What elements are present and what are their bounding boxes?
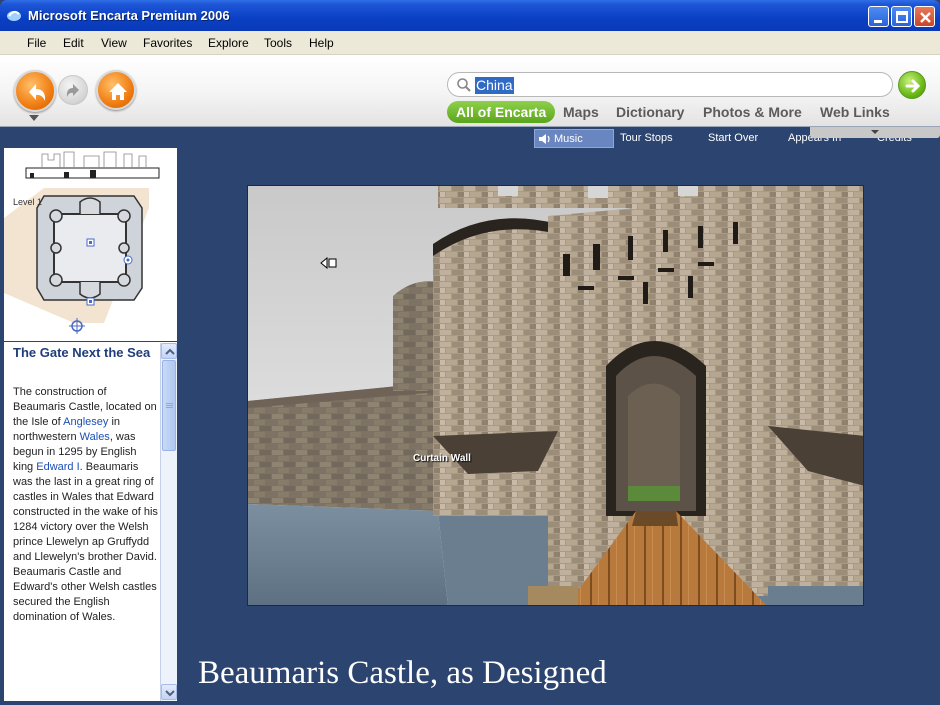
home-button[interactable] xyxy=(96,70,136,110)
search-input[interactable]: China xyxy=(475,77,514,94)
minimize-icon xyxy=(874,20,882,23)
title-bar: Microsoft Encarta Premium 2006 xyxy=(0,0,940,31)
content-area: Music Tour Stops Start Over Appears In C… xyxy=(4,127,940,701)
search-icon xyxy=(457,78,471,92)
menu-view[interactable]: View xyxy=(101,36,127,50)
close-button[interactable] xyxy=(914,6,935,27)
hotspot-curtain-wall[interactable]: Curtain Wall xyxy=(413,453,471,464)
maximize-button[interactable] xyxy=(891,6,912,27)
scroll-up-button[interactable] xyxy=(161,343,177,359)
castle-gatehouse-render xyxy=(248,186,863,605)
back-arrow-icon xyxy=(29,84,46,101)
toolbar-handle[interactable] xyxy=(810,127,940,138)
close-icon xyxy=(920,12,931,23)
level-label: Level 1 xyxy=(13,197,43,207)
minimize-button[interactable] xyxy=(868,6,889,27)
start-over-button[interactable]: Start Over xyxy=(708,132,758,144)
article-scrollbar[interactable] xyxy=(160,343,177,701)
tour-stops-button[interactable]: Tour Stops xyxy=(620,132,673,144)
floor-plan-map xyxy=(4,151,160,334)
menu-favorites[interactable]: Favorites xyxy=(143,36,192,50)
go-button[interactable] xyxy=(898,71,926,99)
encarta-logo-icon xyxy=(7,10,21,21)
article-text: . Beaumaris was the last in a great ring… xyxy=(13,461,158,623)
history-dropdown-icon[interactable] xyxy=(29,115,39,121)
menu-help[interactable]: Help xyxy=(309,36,334,50)
tab-dictionary[interactable]: Dictionary xyxy=(616,101,684,123)
music-label: Music xyxy=(554,133,583,145)
go-arrow-icon xyxy=(905,79,921,93)
menu-tools[interactable]: Tools xyxy=(264,36,292,50)
menu-bar: File Edit View Favorites Explore Tools H… xyxy=(0,31,940,55)
menu-edit[interactable]: Edit xyxy=(63,36,84,50)
back-button[interactable] xyxy=(14,70,56,112)
collapse-arrow-icon xyxy=(871,130,879,134)
tab-photos-more[interactable]: Photos & More xyxy=(703,101,802,123)
search-box[interactable]: China xyxy=(447,72,893,97)
link-wales[interactable]: Wales xyxy=(80,431,110,443)
forward-arrow-icon xyxy=(66,84,79,97)
scroll-down-button[interactable] xyxy=(161,684,177,700)
article-pane: The Gate Next the Sea The construction o… xyxy=(4,343,160,701)
left-panel: Level 1 The Gate Next the Sea The constr… xyxy=(4,148,177,701)
music-button[interactable]: Music xyxy=(534,129,614,148)
link-edward-i[interactable]: Edward I xyxy=(36,461,79,473)
home-icon xyxy=(109,83,127,100)
window-title: Microsoft Encarta Premium 2006 xyxy=(28,8,230,23)
scroll-thumb[interactable] xyxy=(162,360,176,451)
main-toolbar: China All of Encarta Maps Dictionary Pho… xyxy=(0,55,940,127)
article-title: The Gate Next the Sea xyxy=(13,345,151,360)
castle-floor-plan[interactable]: Level 1 xyxy=(4,148,177,342)
link-anglesey[interactable]: Anglesey xyxy=(63,416,108,428)
speaker-icon xyxy=(539,134,550,144)
tab-web-links[interactable]: Web Links xyxy=(820,101,890,123)
menu-explore[interactable]: Explore xyxy=(208,36,249,50)
tab-all-of-encarta[interactable]: All of Encarta xyxy=(447,101,556,123)
chevron-up-icon xyxy=(165,348,175,355)
media-toolbar: Music Tour Stops Start Over Appears In C… xyxy=(4,127,940,148)
menu-file[interactable]: File xyxy=(27,36,46,50)
media-caption: Beaumaris Castle, as Designed xyxy=(198,655,607,691)
tab-maps[interactable]: Maps xyxy=(563,101,599,123)
maximize-icon xyxy=(896,11,908,23)
view-direction-icon[interactable] xyxy=(320,257,338,269)
article-body: The construction of Beaumaris Castle, lo… xyxy=(13,385,158,625)
castle-3d-view[interactable]: Curtain Wall xyxy=(247,185,864,606)
chevron-down-icon xyxy=(165,690,175,697)
forward-button[interactable] xyxy=(58,75,88,105)
